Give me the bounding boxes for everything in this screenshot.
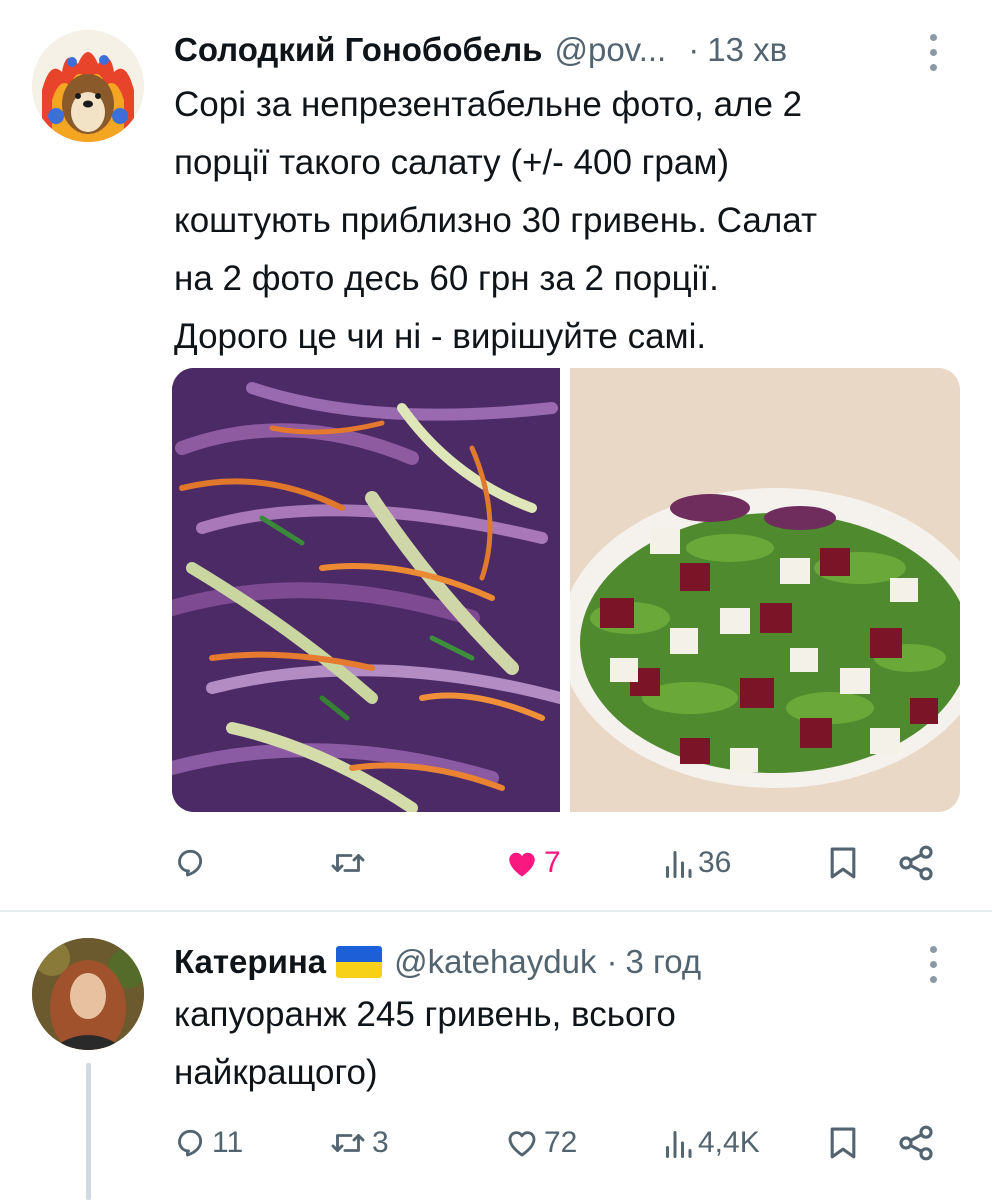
tweet-actions: 11 3 72 4,4K bbox=[172, 1118, 962, 1168]
tweet-actions: 7 36 bbox=[172, 838, 962, 888]
retweet-icon bbox=[331, 854, 365, 872]
bookmark-icon bbox=[830, 847, 856, 879]
tweet-header: Солодкий Гонобобель @pov... · 13 хв bbox=[174, 30, 787, 70]
thread-line bbox=[86, 1063, 91, 1200]
views-icon bbox=[666, 1131, 692, 1158]
views-count: 4,4K bbox=[698, 1126, 760, 1159]
heart-filled-icon bbox=[509, 852, 535, 877]
tweet-text: Сорі за непрезентабельне фото, але 2 пор… bbox=[174, 85, 818, 356]
share-button[interactable] bbox=[896, 1118, 936, 1168]
author-name[interactable]: Катерина bbox=[174, 943, 326, 981]
author-handle[interactable]: @katehayduk bbox=[394, 943, 596, 981]
red-cabbage-salad-image[interactable] bbox=[172, 368, 560, 812]
bookmark-icon bbox=[830, 1127, 856, 1159]
views-count: 36 bbox=[698, 846, 732, 879]
separator-dot: · bbox=[688, 31, 700, 68]
views-button[interactable]: 36 bbox=[662, 838, 731, 888]
reply-icon bbox=[178, 1129, 203, 1157]
more-options-icon[interactable] bbox=[930, 34, 942, 71]
like-button[interactable]: 72 bbox=[504, 1118, 577, 1168]
otter-avatar-image bbox=[32, 30, 144, 142]
share-icon bbox=[899, 1125, 933, 1161]
heart-outline-icon bbox=[508, 1131, 536, 1157]
share-button[interactable] bbox=[896, 838, 936, 888]
tweet-media[interactable] bbox=[172, 368, 960, 812]
tweet-timestamp[interactable]: 3 год bbox=[625, 943, 701, 981]
bookmark-button[interactable] bbox=[826, 838, 860, 888]
reply-button[interactable]: 11 bbox=[172, 1118, 243, 1168]
tweet-timestamp[interactable]: 13 хв bbox=[707, 31, 787, 69]
views-icon bbox=[666, 851, 692, 878]
like-count: 7 bbox=[544, 846, 561, 879]
retweet-button[interactable]: 3 bbox=[328, 1118, 389, 1168]
reply-button[interactable] bbox=[172, 838, 212, 888]
profile-photo-image bbox=[32, 938, 144, 1050]
separator-dot: · bbox=[606, 943, 618, 980]
author-handle[interactable]: @pov... bbox=[554, 31, 666, 69]
tweet[interactable]: Солодкий Гонобобель @pov... · 13 хв Сорі… bbox=[0, 0, 992, 912]
reply-count: 11 bbox=[212, 1126, 244, 1159]
more-options-icon[interactable] bbox=[930, 946, 942, 983]
retweet-icon bbox=[331, 1134, 365, 1152]
bookmark-button[interactable] bbox=[826, 1118, 860, 1168]
retweet-button[interactable] bbox=[328, 838, 372, 888]
views-button[interactable]: 4,4K bbox=[662, 1118, 760, 1168]
tweet-text: капуоранж 245 гривень, всього найкращого… bbox=[174, 995, 676, 1092]
retweet-count: 3 bbox=[372, 1126, 389, 1159]
author-name[interactable]: Солодкий Гонобобель bbox=[174, 31, 542, 69]
reply-icon bbox=[178, 849, 203, 877]
tweet-header: Катерина @katehayduk · 3 год bbox=[174, 942, 701, 982]
like-button[interactable]: 7 bbox=[504, 838, 561, 888]
avatar[interactable] bbox=[32, 938, 144, 1050]
beet-feta-salad-image[interactable] bbox=[570, 368, 960, 812]
ukraine-flag-emoji bbox=[336, 946, 383, 978]
avatar[interactable] bbox=[32, 30, 144, 142]
like-count: 72 bbox=[544, 1126, 578, 1159]
share-icon bbox=[899, 845, 933, 881]
